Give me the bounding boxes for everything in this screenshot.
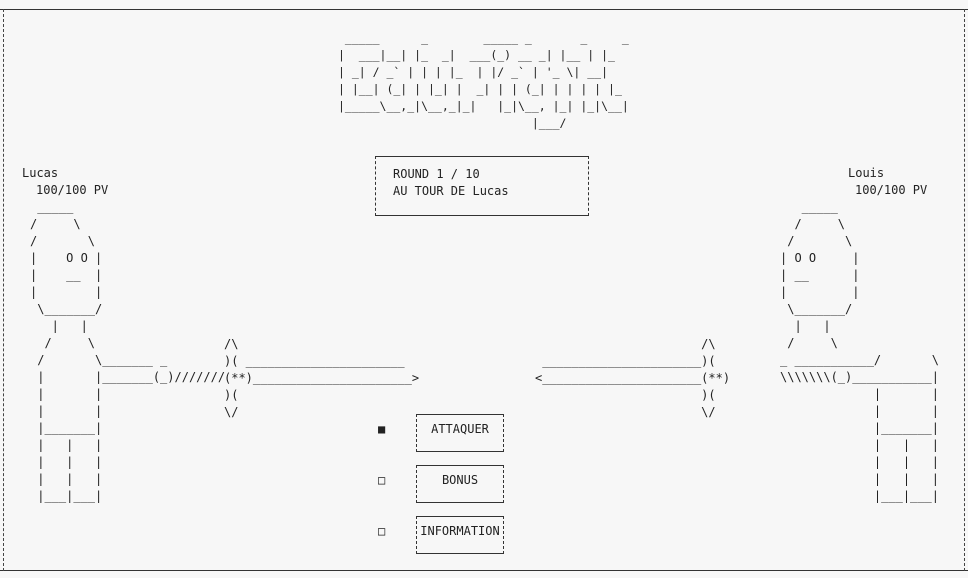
round-box: ROUND 1 / 10 AU TOUR DE Lucas — [375, 156, 589, 216]
attack-button-label: ATTAQUER — [431, 422, 489, 436]
bonus-button-label: BONUS — [441, 473, 479, 487]
fighter-right-ascii: _____ / \ / \ | O O | | __ | | | \______… — [780, 200, 939, 503]
turn-indicator: AU TOUR DE Lucas — [393, 184, 509, 198]
screen-border-bottom — [0, 570, 968, 571]
screen-border-top — [0, 9, 968, 10]
menu-marker-attack: ■ — [378, 422, 386, 436]
attack-button[interactable]: ATTAQUER — [416, 414, 504, 452]
information-button-label: INFORMATION — [420, 524, 500, 538]
sword-left-ascii: /\ )( ______________________ (**)_______… — [224, 337, 420, 419]
menu-marker-information: □ — [378, 524, 386, 538]
menu-marker-bonus: □ — [378, 473, 386, 487]
information-button[interactable]: INFORMATION — [416, 516, 504, 554]
round-counter: ROUND 1 / 10 — [393, 167, 480, 181]
game-logo: _____ _ _____ _ _ _ | ___|__| |_ _| ___(… — [338, 31, 629, 130]
player-left-hp: 100/100 PV — [36, 183, 109, 197]
player-left-name: Lucas — [22, 166, 59, 180]
bonus-button[interactable]: BONUS — [416, 465, 504, 503]
player-right-name: Louis — [848, 166, 885, 180]
player-right-hp: 100/100 PV — [855, 183, 928, 197]
screen-border-left — [3, 9, 4, 571]
sword-right-ascii: /\ ______________________)( <___________… — [535, 337, 731, 419]
fighter-left-ascii: _____ / \ / \ | O O | | __ | | | \______… — [30, 200, 226, 503]
